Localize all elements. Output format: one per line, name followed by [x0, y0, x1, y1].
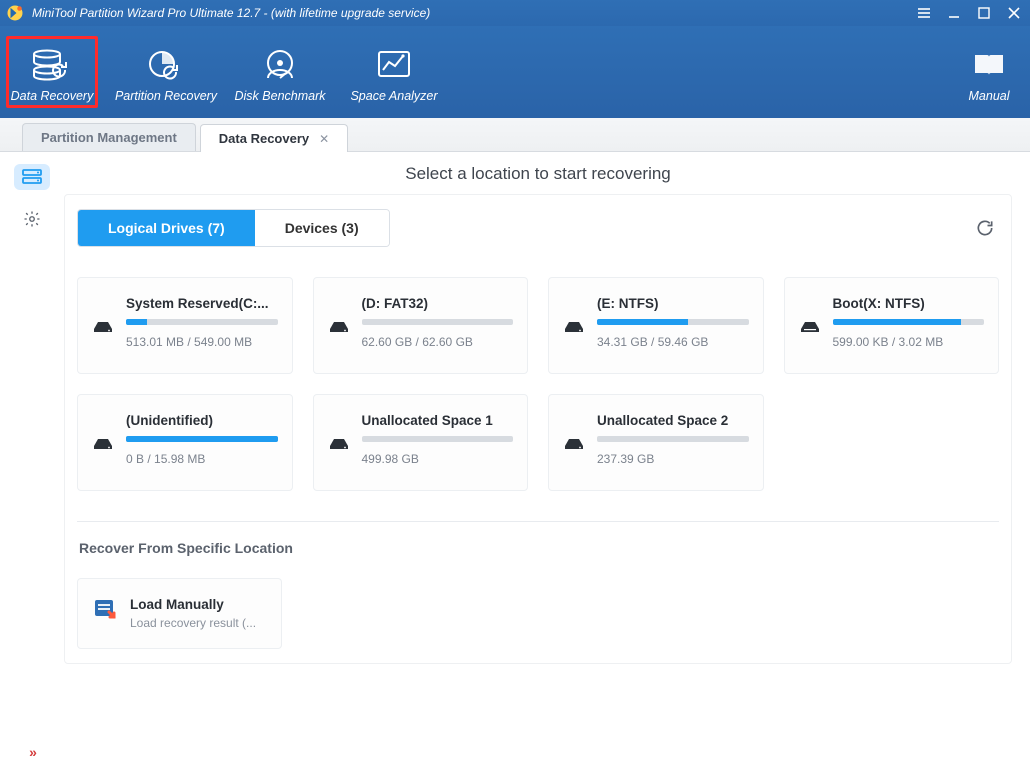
load-manually-card[interactable]: Load Manually Load recovery result (...	[77, 578, 282, 649]
hdd-icon	[799, 296, 823, 334]
tab-partition-management[interactable]: Partition Management	[22, 123, 196, 151]
rail-expand-button[interactable]: »	[29, 744, 35, 768]
usage-bar	[362, 436, 514, 442]
hdd-icon	[563, 296, 587, 334]
drive-card[interactable]: (D: FAT32) 62.60 GB / 62.60 GB	[313, 277, 529, 374]
drive-card[interactable]: System Reserved(C:... 513.01 MB / 549.00…	[77, 277, 293, 374]
manual-subtitle: Load recovery result (...	[130, 612, 256, 630]
load-manually-icon	[92, 597, 118, 626]
app-logo-icon	[6, 4, 24, 22]
drive-card[interactable]: (Unidentified) 0 B / 15.98 MB	[77, 394, 293, 491]
tab-label: Devices (3)	[285, 220, 359, 236]
menu-button[interactable]	[916, 5, 932, 21]
page-heading: Select a location to start recovering	[64, 158, 1012, 194]
refresh-button[interactable]	[971, 214, 999, 242]
drive-card[interactable]: Unallocated Space 2 237.39 GB	[548, 394, 764, 491]
toolbar-item-label: Manual	[969, 89, 1010, 103]
tab-logical-drives[interactable]: Logical Drives (7)	[78, 210, 255, 246]
toolbar-item-label: Disk Benchmark	[235, 89, 326, 103]
hdd-icon	[328, 296, 352, 334]
recover-section-caption: Recover From Specific Location	[77, 536, 999, 560]
drive-card[interactable]: (E: NTFS) 34.31 GB / 59.46 GB	[548, 277, 764, 374]
usage-bar	[126, 319, 278, 325]
hdd-icon	[92, 413, 116, 451]
toolbar-item-label: Data Recovery	[11, 89, 94, 103]
window-title: MiniTool Partition Wizard Pro Ultimate 1…	[32, 6, 430, 20]
tab-label: Partition Management	[41, 130, 177, 145]
tab-devices[interactable]: Devices (3)	[255, 210, 389, 246]
minimize-button[interactable]	[946, 5, 962, 21]
drive-title: Unallocated Space 2	[597, 413, 749, 428]
drive-title: System Reserved(C:...	[126, 296, 278, 311]
drive-size: 34.31 GB / 59.46 GB	[597, 335, 749, 349]
drive-title: (Unidentified)	[126, 413, 278, 428]
drive-title: Unallocated Space 1	[362, 413, 514, 428]
rail-settings-button[interactable]	[14, 206, 50, 232]
usage-bar	[833, 319, 985, 325]
drive-tab-group: Logical Drives (7) Devices (3)	[77, 209, 390, 247]
page-tabs: Partition Management Data Recovery ✕	[0, 118, 1030, 152]
rail-drives-button[interactable]	[14, 164, 50, 190]
drive-size: 499.98 GB	[362, 452, 514, 466]
tab-data-recovery[interactable]: Data Recovery ✕	[200, 124, 348, 152]
manual-book-icon	[967, 45, 1011, 85]
hdd-icon	[92, 296, 116, 334]
usage-bar	[597, 319, 749, 325]
drive-size: 237.39 GB	[597, 452, 749, 466]
maximize-button[interactable]	[976, 5, 992, 21]
toolbar-disk-benchmark[interactable]: Disk Benchmark	[234, 39, 326, 105]
toolbar: Data Recovery Partition Recovery Disk Be…	[0, 26, 1030, 118]
titlebar: MiniTool Partition Wizard Pro Ultimate 1…	[0, 0, 1030, 26]
drive-grid: System Reserved(C:... 513.01 MB / 549.00…	[77, 277, 999, 491]
main-panel: Logical Drives (7) Devices (3)	[64, 194, 1012, 664]
tab-label: Logical Drives (7)	[108, 220, 225, 236]
drive-size: 0 B / 15.98 MB	[126, 452, 278, 466]
toolbar-item-label: Space Analyzer	[350, 89, 437, 103]
manual-title: Load Manually	[130, 597, 256, 612]
drive-title: Boot(X: NTFS)	[833, 296, 985, 311]
usage-bar	[362, 319, 514, 325]
data-recovery-icon	[30, 45, 74, 85]
close-button[interactable]	[1006, 5, 1022, 21]
partition-recovery-icon	[144, 45, 188, 85]
hdd-icon	[328, 413, 352, 451]
drive-title: (D: FAT32)	[362, 296, 514, 311]
drive-size: 62.60 GB / 62.60 GB	[362, 335, 514, 349]
toolbar-space-analyzer[interactable]: Space Analyzer	[348, 39, 440, 105]
disk-benchmark-icon	[258, 45, 302, 85]
drive-title: (E: NTFS)	[597, 296, 749, 311]
close-tab-icon[interactable]: ✕	[319, 132, 329, 146]
toolbar-partition-recovery[interactable]: Partition Recovery	[120, 39, 212, 105]
drive-size: 599.00 KB / 3.02 MB	[833, 335, 985, 349]
space-analyzer-icon	[372, 45, 416, 85]
left-rail: »	[0, 152, 64, 774]
toolbar-data-recovery[interactable]: Data Recovery	[6, 36, 98, 108]
usage-bar	[597, 436, 749, 442]
section-divider	[77, 521, 999, 522]
toolbar-item-label: Partition Recovery	[115, 89, 217, 103]
usage-bar	[126, 436, 278, 442]
tab-label: Data Recovery	[219, 131, 309, 146]
toolbar-manual[interactable]: Manual	[954, 39, 1024, 105]
drive-card[interactable]: Unallocated Space 1 499.98 GB	[313, 394, 529, 491]
hdd-icon	[563, 413, 587, 451]
drive-size: 513.01 MB / 549.00 MB	[126, 335, 278, 349]
drive-card[interactable]: Boot(X: NTFS) 599.00 KB / 3.02 MB	[784, 277, 1000, 374]
